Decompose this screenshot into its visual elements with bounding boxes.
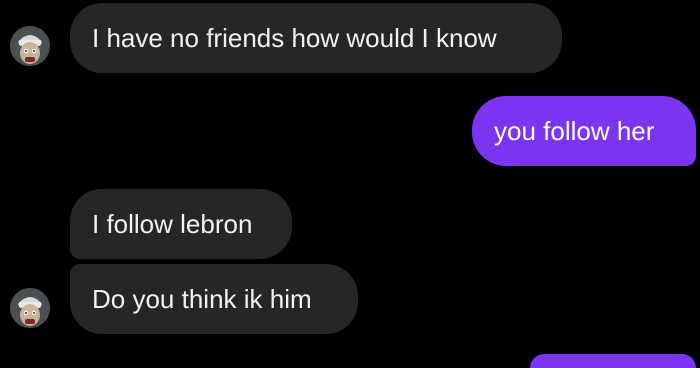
cartoon-character-icon [10, 26, 50, 66]
message-thread: I have no friends how would I know you f… [0, 0, 700, 368]
incoming-message-bubble[interactable]: I have no friends how would I know [70, 3, 562, 73]
message-text: I have no friends how would I know [92, 23, 497, 53]
outgoing-message-bubble[interactable] [530, 354, 696, 368]
message-text: Do you think ik him [92, 284, 312, 314]
outgoing-message-bubble[interactable]: you follow her [472, 96, 696, 166]
incoming-message-bubble[interactable]: Do you think ik him [70, 264, 358, 334]
message-text: I follow lebron [92, 209, 253, 239]
message-text: you follow her [494, 116, 655, 146]
incoming-message-bubble[interactable]: I follow lebron [70, 189, 292, 259]
sender-avatar[interactable] [10, 26, 50, 66]
cartoon-character-icon [10, 288, 50, 328]
sender-avatar[interactable] [10, 288, 50, 328]
